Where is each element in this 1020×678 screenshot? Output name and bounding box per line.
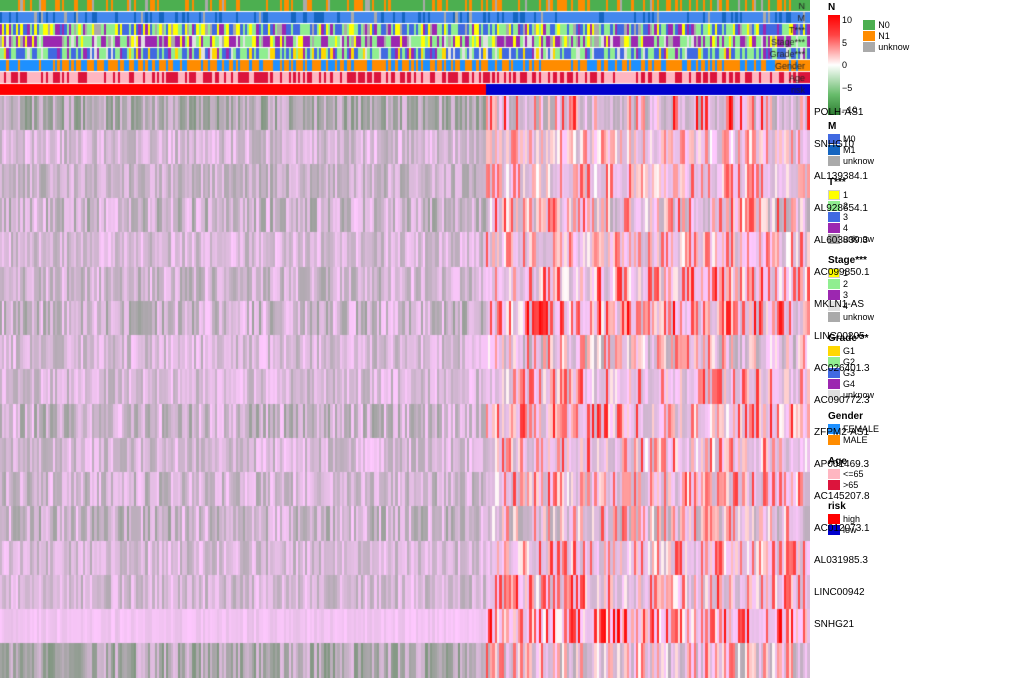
n0-label: N0	[878, 20, 890, 30]
gene-label-13: AC145207.8	[810, 480, 910, 512]
annotation-canvas	[0, 0, 810, 96]
gene-label-16: LINC00942	[810, 576, 910, 608]
n-unknow-label: unknow	[878, 42, 909, 52]
gene-label-3: AL139384.1	[810, 160, 910, 192]
n1-label: N1	[878, 31, 890, 41]
gene-label-4: AL928654.1	[810, 192, 910, 224]
n1-swatch	[863, 31, 875, 41]
gene-label-8: LINC00205	[810, 320, 910, 352]
colorbar-mid-high: 5	[842, 38, 857, 48]
gene-label-2: SNHG10	[810, 128, 910, 160]
gene-label-10: AC090772.3	[810, 384, 910, 416]
heatmap-area: POLH-AS1 SNHG10 AL139384.1 AL928654.1 AL…	[0, 0, 820, 678]
n0-swatch	[863, 20, 875, 30]
gene-label-12: AP001469.3	[810, 448, 910, 480]
main-container: POLH-AS1 SNHG10 AL139384.1 AL928654.1 AL…	[0, 0, 1020, 678]
n-unknow-swatch	[863, 42, 875, 52]
gene-label-1: POLH-AS1	[810, 96, 910, 128]
n-legend-unknow: unknow	[863, 42, 909, 52]
gene-label-6: AC099850.1	[810, 256, 910, 288]
gene-label-17: SNHG21	[810, 608, 910, 640]
colorbar-zero: 0	[842, 60, 857, 70]
colorbar-mid-low: −5	[842, 83, 857, 93]
heatmap-canvas	[0, 96, 810, 678]
n-legend-n1: N1	[863, 31, 909, 41]
n-legend-n0: N0	[863, 20, 909, 30]
gene-label-14: AC012073.1	[810, 512, 910, 544]
colorbar-title: N	[828, 2, 857, 13]
colorbar-max: 10	[842, 15, 857, 25]
gene-label-9: AC026401.3	[810, 352, 910, 384]
gene-label-7: MKLN1-AS	[810, 288, 910, 320]
row-labels: POLH-AS1 SNHG10 AL139384.1 AL928654.1 AL…	[810, 96, 910, 640]
gene-label-5: AL603839.3	[810, 224, 910, 256]
gene-label-11: ZFPM2-AS1	[810, 416, 910, 448]
gene-label-15: AL031985.3	[810, 544, 910, 576]
